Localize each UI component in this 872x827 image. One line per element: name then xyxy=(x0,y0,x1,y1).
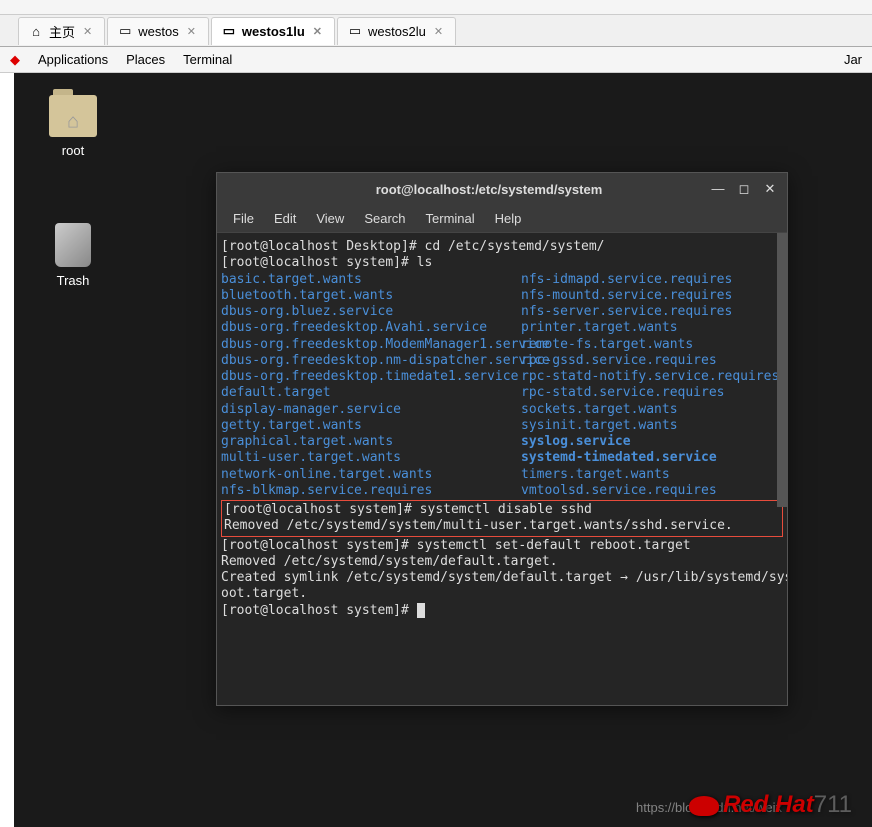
trash-icon xyxy=(55,223,91,267)
redhat-text: Red Hat xyxy=(723,791,814,818)
terminal-prompt-line: [root@localhost system]# xyxy=(221,603,783,619)
ls-entry: dbus-org.freedesktop.nm-dispatcher.servi… xyxy=(221,353,521,369)
close-icon[interactable]: ✕ xyxy=(311,23,324,40)
ls-entry: default.target xyxy=(221,385,521,401)
terminal-line: [root@localhost system]# ls xyxy=(221,255,783,271)
redhat-logo: Red Hat711 xyxy=(689,791,852,819)
ls-entry: timers.target.wants xyxy=(521,467,779,483)
window-controls: — ◻ ✕ xyxy=(711,181,777,197)
minimize-button[interactable]: — xyxy=(711,181,725,197)
ls-entry: basic.target.wants xyxy=(221,272,521,288)
tab-label: 主页 xyxy=(49,22,75,41)
desktop-icon-label: Trash xyxy=(57,273,90,288)
desktop-icon-root[interactable]: ⌂ root xyxy=(38,95,108,158)
folder-icon: ⌂ xyxy=(49,95,97,137)
tab-label: westos2lu xyxy=(368,24,426,39)
clock: Jar xyxy=(844,52,862,67)
menu-help[interactable]: Help xyxy=(487,207,530,230)
ls-column-1: basic.target.wantsbluetooth.target.wants… xyxy=(221,272,521,500)
ls-entry: nfs-blkmap.service.requires xyxy=(221,483,521,499)
ls-entry: nfs-mountd.service.requires xyxy=(521,288,779,304)
watermark-suffix: 711 xyxy=(814,791,852,818)
home-icon: ⌂ xyxy=(29,24,43,38)
ls-entry: sockets.target.wants xyxy=(521,402,779,418)
screen-icon: ▭ xyxy=(118,24,132,38)
toolbar-icons xyxy=(0,0,872,14)
ls-column-2: nfs-idmapd.service.requiresnfs-mountd.se… xyxy=(521,272,779,500)
terminal-window: root@localhost:/etc/systemd/system — ◻ ✕… xyxy=(216,172,788,706)
terminal-line: oot.target. xyxy=(221,586,783,602)
ls-entry: systemd-timedated.service xyxy=(521,450,779,466)
ls-entry: network-online.target.wants xyxy=(221,467,521,483)
menu-terminal[interactable]: Terminal xyxy=(418,207,483,230)
menu-terminal[interactable]: Terminal xyxy=(183,52,232,67)
menu-file[interactable]: File xyxy=(225,207,262,230)
terminal-line: Removed /etc/systemd/system/multi-user.t… xyxy=(224,518,780,534)
maximize-button[interactable]: ◻ xyxy=(737,181,751,197)
terminal-scrollbar[interactable] xyxy=(777,233,787,507)
screen-icon: ▭ xyxy=(348,24,362,38)
terminal-line: [root@localhost system]# systemctl set-d… xyxy=(221,538,783,554)
ls-entry: sysinit.target.wants xyxy=(521,418,779,434)
tab-westos2lu[interactable]: ▭ westos2lu ✕ xyxy=(337,17,456,45)
ls-entry: vmtoolsd.service.requires xyxy=(521,483,779,499)
tab-label: westos1lu xyxy=(242,24,305,39)
ls-entry: getty.target.wants xyxy=(221,418,521,434)
ls-entry: syslog.service xyxy=(521,434,779,450)
ls-entry: bluetooth.target.wants xyxy=(221,288,521,304)
gnome-top-bar: ◆ Applications Places Terminal Jar xyxy=(0,47,872,73)
close-icon[interactable]: ✕ xyxy=(432,23,445,40)
app-toolbar xyxy=(0,0,872,15)
ls-entry: rpc-statd.service.requires xyxy=(521,385,779,401)
ls-entry: dbus-org.bluez.service xyxy=(221,304,521,320)
terminal-content[interactable]: [root@localhost Desktop]# cd /etc/system… xyxy=(217,233,787,705)
screen-icon: ▭ xyxy=(222,24,236,38)
tab-label: westos xyxy=(138,24,178,39)
ls-entry: printer.target.wants xyxy=(521,320,779,336)
terminal-line: [root@localhost Desktop]# cd /etc/system… xyxy=(221,239,783,255)
terminal-titlebar[interactable]: root@localhost:/etc/systemd/system — ◻ ✕ xyxy=(217,173,787,205)
window-title: root@localhost:/etc/systemd/system xyxy=(267,182,711,197)
ls-entry: nfs-idmapd.service.requires xyxy=(521,272,779,288)
terminal-line: [root@localhost system]# systemctl disab… xyxy=(224,502,780,518)
menu-places[interactable]: Places xyxy=(126,52,165,67)
menu-view[interactable]: View xyxy=(308,207,352,230)
ls-entry: dbus-org.freedesktop.Avahi.service xyxy=(221,320,521,336)
ls-entry: rpc-gssd.service.requires xyxy=(521,353,779,369)
ls-entry: rpc-statd-notify.service.requires xyxy=(521,369,779,385)
tab-westos1lu[interactable]: ▭ westos1lu ✕ xyxy=(211,17,335,45)
close-icon[interactable]: ✕ xyxy=(185,23,198,40)
ls-output: basic.target.wantsbluetooth.target.wants… xyxy=(221,272,783,500)
ls-entry: display-manager.service xyxy=(221,402,521,418)
desktop-icon-label: root xyxy=(62,143,84,158)
vm-tabs-bar: ⌂ 主页 ✕ ▭ westos ✕ ▭ westos1lu ✕ ▭ westos… xyxy=(0,15,872,47)
tab-westos[interactable]: ▭ westos ✕ xyxy=(107,17,209,45)
terminal-menubar: File Edit View Search Terminal Help xyxy=(217,205,787,233)
menu-edit[interactable]: Edit xyxy=(266,207,304,230)
activities-icon[interactable]: ◆ xyxy=(10,52,20,68)
desktop-icon-trash[interactable]: Trash xyxy=(38,223,108,288)
ls-entry: dbus-org.freedesktop.ModemManager1.servi… xyxy=(221,337,521,353)
ls-entry: graphical.target.wants xyxy=(221,434,521,450)
terminal-line: Created symlink /etc/systemd/system/defa… xyxy=(221,570,783,586)
menu-applications[interactable]: Applications xyxy=(38,52,108,67)
close-button[interactable]: ✕ xyxy=(763,181,777,197)
ls-entry: nfs-server.service.requires xyxy=(521,304,779,320)
ls-entry: remote-fs.target.wants xyxy=(521,337,779,353)
menu-search[interactable]: Search xyxy=(356,207,413,230)
tab-home[interactable]: ⌂ 主页 ✕ xyxy=(18,17,105,45)
prompt-text: [root@localhost system]# xyxy=(221,603,417,618)
home-glyph-icon: ⌂ xyxy=(67,111,79,134)
ls-entry: multi-user.target.wants xyxy=(221,450,521,466)
terminal-cursor xyxy=(417,603,425,618)
close-icon[interactable]: ✕ xyxy=(81,23,94,40)
ls-entry: dbus-org.freedesktop.timedate1.service xyxy=(221,369,521,385)
highlighted-command-box: [root@localhost system]# systemctl disab… xyxy=(221,500,783,537)
desktop-area: ⌂ root Trash root@localhost:/etc/systemd… xyxy=(14,73,872,827)
terminal-line: Removed /etc/systemd/system/default.targ… xyxy=(221,554,783,570)
